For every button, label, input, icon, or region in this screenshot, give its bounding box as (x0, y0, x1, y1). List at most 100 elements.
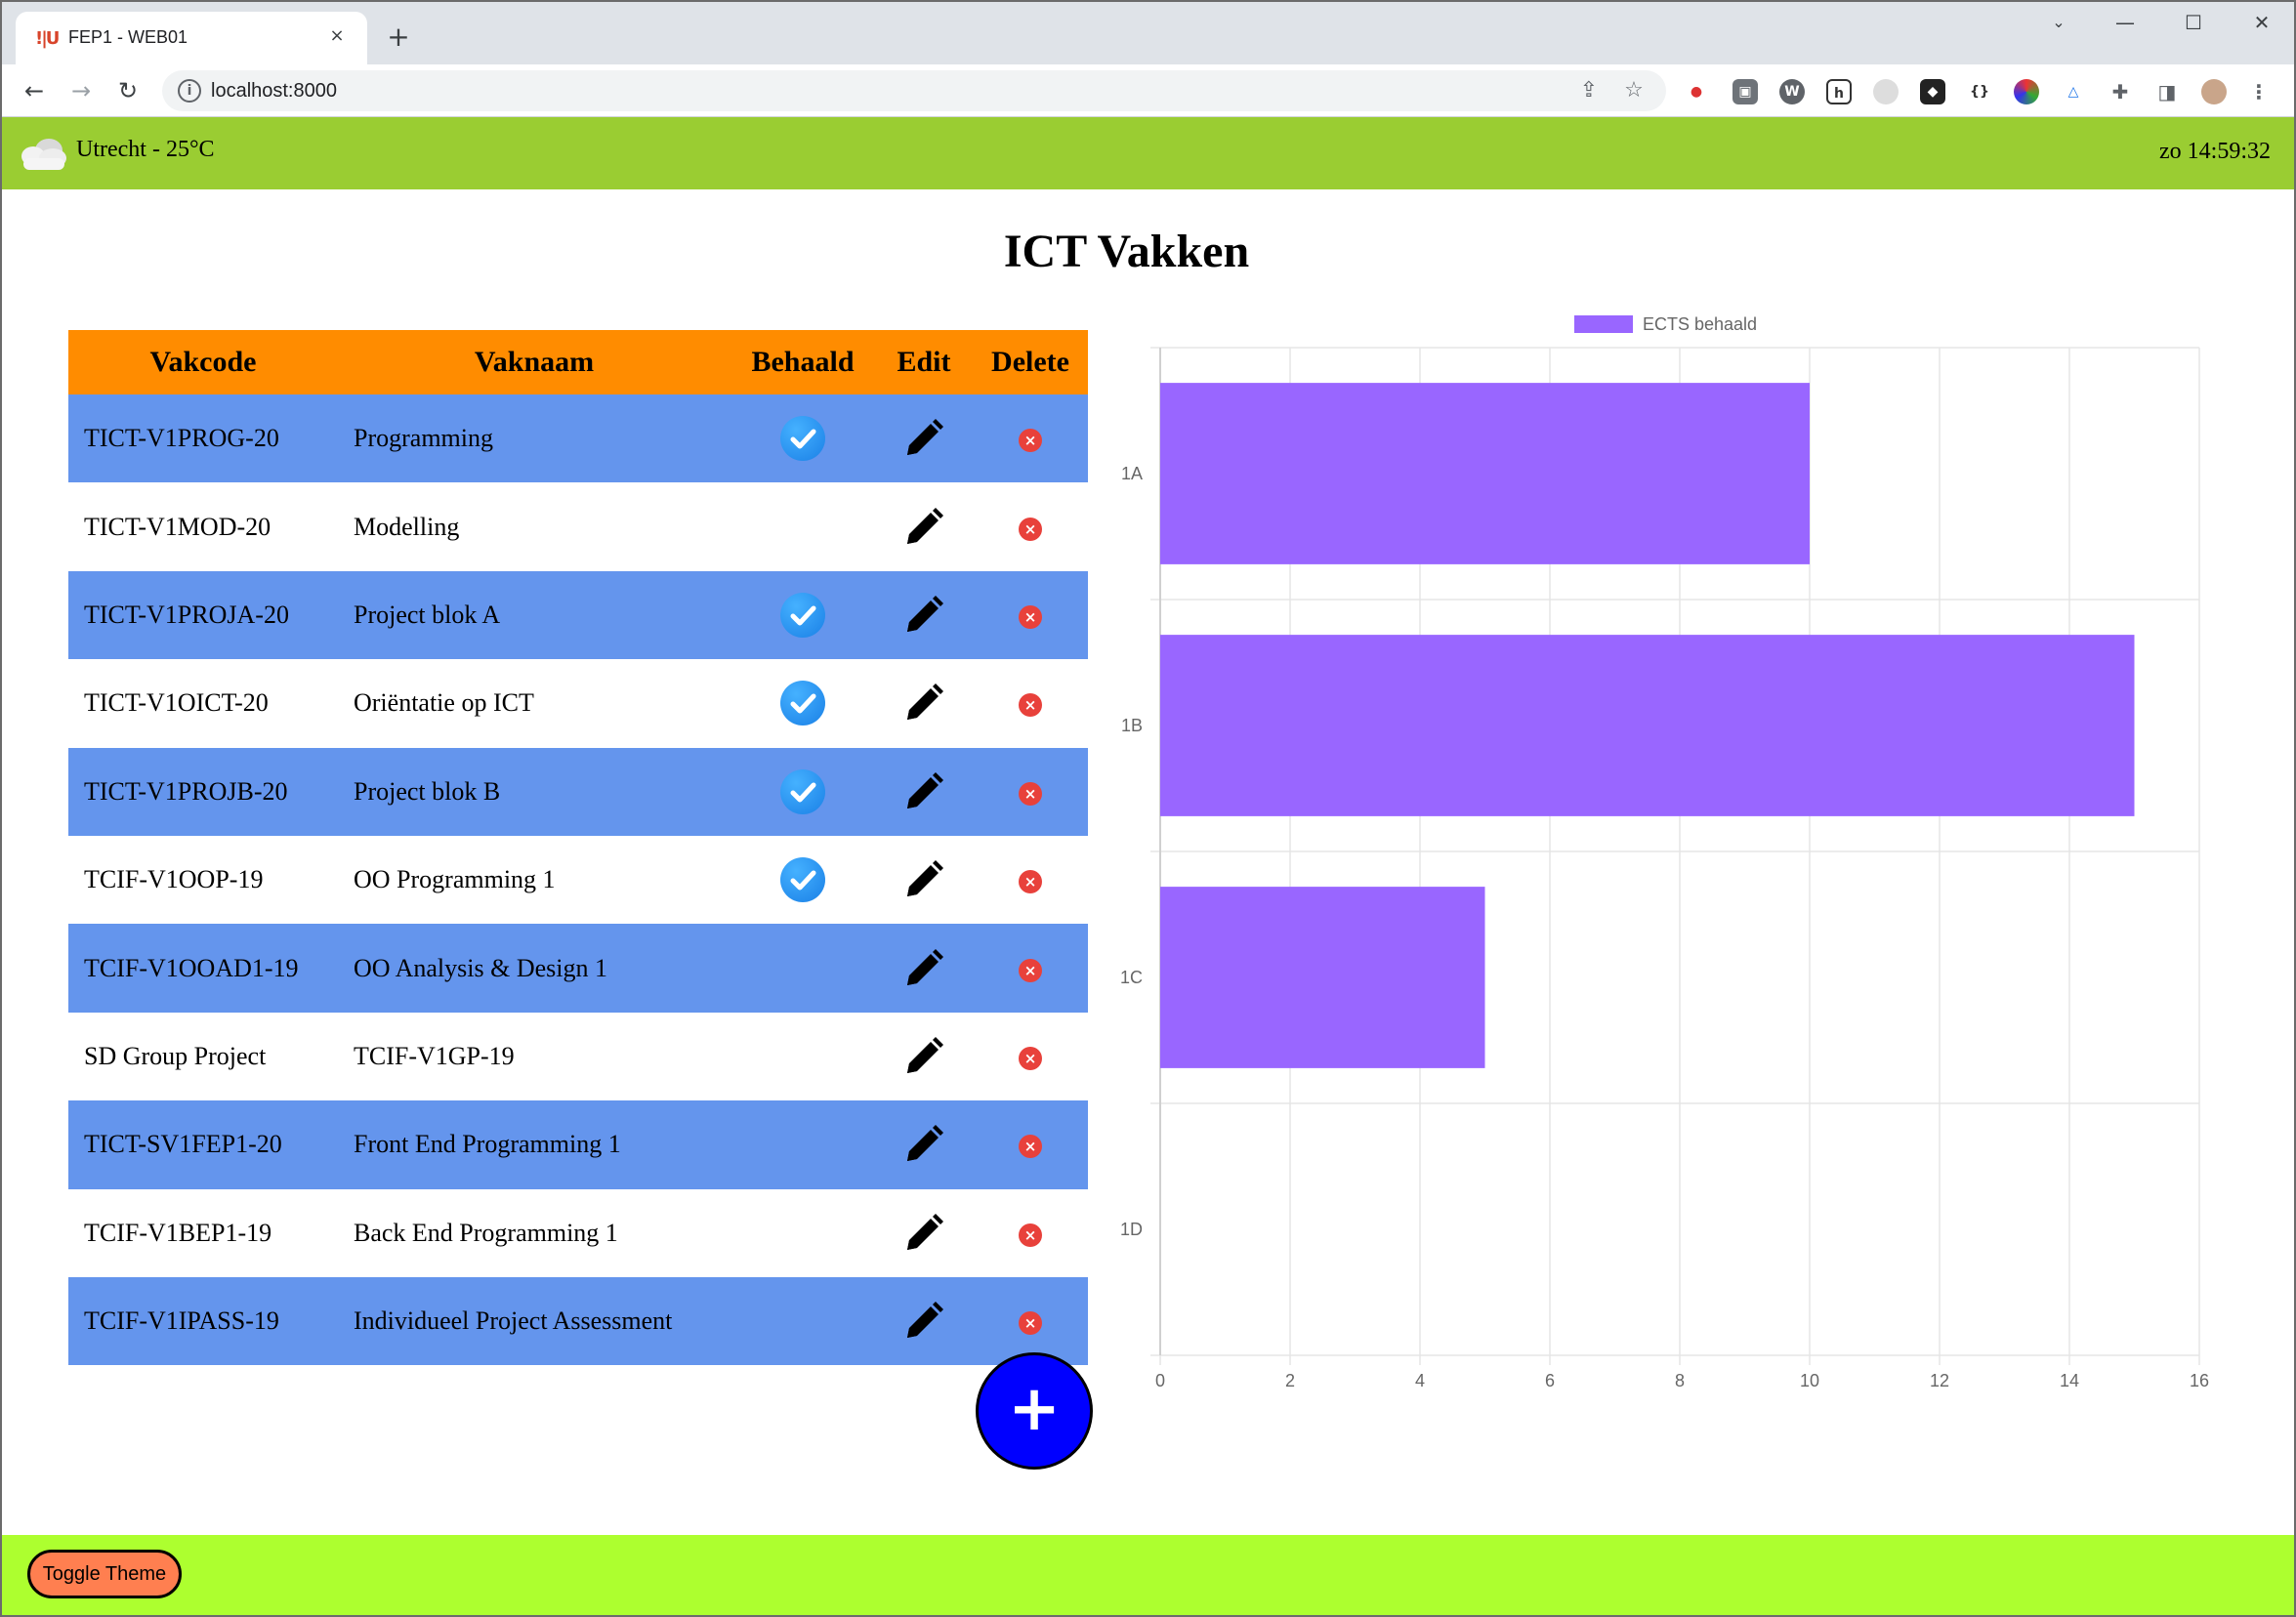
delete-icon[interactable]: × (1019, 1311, 1042, 1336)
table-row: TCIF-V1OOP-19 OO Programming 1 × (68, 836, 1088, 924)
profile-avatar[interactable] (2201, 79, 2227, 104)
edit-cell (875, 836, 973, 924)
extension-icon[interactable]: h (1826, 79, 1852, 104)
close-window-button[interactable]: ✕ (2242, 8, 2281, 37)
puzzle-extensions-icon[interactable]: ✚ (2108, 79, 2133, 104)
delete-icon[interactable]: × (1019, 1223, 1042, 1247)
x-tick-label: 16 (2190, 1371, 2209, 1390)
add-course-button[interactable]: + (976, 1352, 1093, 1470)
bookmark-star-icon[interactable]: ☆ (1621, 78, 1647, 104)
x-tick-label: 14 (2060, 1371, 2079, 1390)
x-tick-label: 0 (1155, 1371, 1165, 1390)
color-extension-icon[interactable] (2014, 79, 2039, 104)
menu-icon[interactable]: ⋮ (2246, 79, 2272, 104)
delete-icon[interactable]: × (1019, 517, 1042, 541)
vakcode-cell: TICT-V1MOD-20 (84, 512, 271, 541)
back-icon[interactable]: ← (18, 74, 51, 107)
vaknaam-cell: Project blok B (338, 747, 731, 836)
edit-pencil-icon[interactable] (901, 1211, 946, 1256)
vakcode-cell: SD Group Project (84, 1041, 267, 1070)
maximize-button[interactable]: ☐ (2174, 8, 2213, 37)
extension-icon[interactable]: ● (1684, 79, 1709, 104)
delete-icon[interactable]: × (1019, 429, 1042, 453)
delete-cell: × (973, 1013, 1088, 1100)
tab-search-icon[interactable]: ⌄ (2039, 8, 2078, 37)
new-tab-button[interactable]: + (383, 21, 414, 53)
browser-tab[interactable]: !|U FEP1 - WEB01 × (16, 12, 367, 64)
table-row: TICT-V1MOD-20 Modelling × (68, 482, 1088, 570)
checkmark-icon (780, 416, 825, 462)
edit-cell (875, 659, 973, 747)
extension-icon[interactable]: ▣ (1732, 79, 1758, 104)
forward-icon[interactable]: → (64, 74, 98, 107)
bar (1160, 383, 1810, 564)
extension-icon[interactable]: {} (1967, 79, 1992, 104)
x-tick-label: 8 (1675, 1371, 1685, 1390)
vaknaam-cell: OO Programming 1 (354, 865, 556, 894)
page-header: Utrecht - 25°C zo 14:59:32 (2, 117, 2294, 189)
site-info-icon[interactable]: i (178, 79, 201, 103)
y-tick-label: 1D (1120, 1220, 1143, 1239)
address-bar[interactable]: i localhost:8000 ⇪ ☆ (162, 70, 1666, 111)
minimize-button[interactable]: — (2106, 8, 2145, 37)
y-tick-label: 1B (1121, 716, 1143, 735)
delete-icon[interactable]: × (1019, 1046, 1042, 1070)
weather-text: Utrecht - 25°C (76, 137, 215, 162)
delete-icon[interactable]: × (1019, 781, 1042, 806)
y-tick-label: 1C (1120, 968, 1143, 987)
vaknaam-cell: OO Analysis & Design 1 (338, 924, 731, 1013)
edit-pencil-icon[interactable] (901, 946, 946, 991)
table-row: SD Group Project TCIF-V1GP-19 × (68, 1013, 1088, 1100)
edit-pencil-icon[interactable] (901, 857, 946, 902)
cloud-icon (21, 139, 66, 170)
ects-bar-chart: ECTS behaald 0 2 4 6 8 10 12 14 16 1A 1B 1C 1D (1120, 314, 2209, 1390)
edit-pencil-icon[interactable] (901, 1122, 946, 1167)
column-header-behaald: Behaald (731, 330, 875, 394)
edit-pencil-icon[interactable] (901, 1299, 946, 1344)
edit-cell (875, 747, 973, 836)
delete-icon[interactable]: × (1019, 1135, 1042, 1159)
behaald-cell (731, 1189, 875, 1277)
reload-icon[interactable]: ↻ (111, 74, 145, 107)
edit-pencil-icon[interactable] (901, 416, 946, 461)
behaald-cell (731, 836, 875, 924)
vaknaam-cell: Front End Programming 1 (338, 1100, 731, 1189)
edit-cell (875, 924, 973, 1013)
vaknaam-cell: TCIF-V1GP-19 (354, 1041, 515, 1070)
edit-pencil-icon[interactable] (901, 769, 946, 814)
vakcode-cell: TCIF-V1IPASS-19 (68, 1276, 338, 1366)
extension-icon[interactable]: ◆ (1920, 79, 1945, 104)
table-row: TICT-V1PROG-20 Programming × (68, 394, 1088, 483)
delete-cell: × (973, 1189, 1088, 1277)
x-tick-label: 2 (1285, 1371, 1295, 1390)
browser-tab-strip: !|U FEP1 - WEB01 × + ⌄ — ☐ ✕ (0, 0, 2296, 64)
column-header-edit: Edit (875, 330, 973, 394)
edit-pencil-icon[interactable] (901, 505, 946, 550)
side-panel-icon[interactable]: ◨ (2154, 79, 2180, 104)
delete-cell: × (973, 482, 1088, 570)
edit-cell (875, 482, 973, 570)
toggle-theme-button[interactable]: Toggle Theme (27, 1550, 182, 1598)
vakcode-cell: TICT-SV1FEP1-20 (68, 1100, 338, 1189)
edit-pencil-icon[interactable] (901, 593, 946, 638)
delete-icon[interactable]: × (1019, 605, 1042, 629)
vaknaam-cell: Individueel Project Assessment (338, 1276, 731, 1366)
close-tab-icon[interactable]: × (324, 23, 350, 49)
delete-icon[interactable]: × (1019, 693, 1042, 718)
share-icon[interactable]: ⇪ (1576, 78, 1602, 104)
edit-pencil-icon[interactable] (901, 681, 946, 726)
favicon-icon: !|U (35, 28, 60, 49)
clock-text: zo 14:59:32 (2159, 139, 2271, 164)
wordpress-extension-icon[interactable]: W (1779, 79, 1805, 104)
edit-cell (875, 1100, 973, 1189)
behaald-cell (731, 1013, 875, 1100)
edit-cell (875, 570, 973, 660)
delete-icon[interactable]: × (1019, 870, 1042, 894)
delete-icon[interactable]: × (1019, 958, 1042, 982)
vaknaam-cell: Project blok A (338, 570, 731, 660)
extension-icon[interactable]: △ (2061, 79, 2086, 104)
edit-pencil-icon[interactable] (901, 1034, 946, 1079)
url-text[interactable]: localhost:8000 (211, 80, 337, 103)
delete-cell: × (973, 924, 1088, 1013)
extension-icon[interactable] (1873, 79, 1899, 104)
